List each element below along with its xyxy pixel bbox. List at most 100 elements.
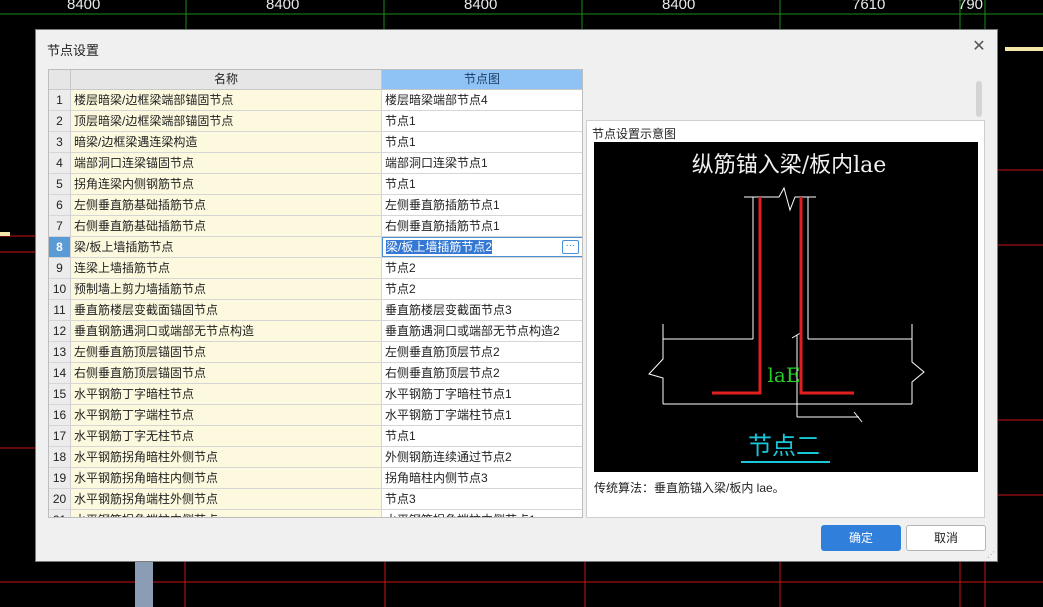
table-row[interactable]: 13 左侧垂直筋顶层锚固节点 左侧垂直筋顶层节点2 xyxy=(49,342,582,363)
row-index: 17 xyxy=(49,426,71,446)
row-node-cell[interactable]: 梁/板上墙插筋节点2 ··· xyxy=(382,237,582,257)
row-node-cell[interactable]: 节点1 xyxy=(382,132,582,152)
column-header-node[interactable]: 节点图 xyxy=(382,70,582,90)
row-index: 15 xyxy=(49,384,71,404)
table-row[interactable]: 14 右侧垂直筋顶层锚固节点 右侧垂直筋顶层节点2 xyxy=(49,363,582,384)
row-name-cell[interactable]: 垂直筋楼层变截面锚固节点 xyxy=(71,300,382,320)
table-row[interactable]: 9 连梁上墙插筋节点 节点2 xyxy=(49,258,582,279)
row-name-cell[interactable]: 水平钢筋丁字无柱节点 xyxy=(71,426,382,446)
table-row[interactable]: 1 楼层暗梁/边框梁端部锚固节点 楼层暗梁端部节点4 xyxy=(49,90,582,111)
column-header-name[interactable]: 名称 xyxy=(71,70,382,90)
cad-beam-mark xyxy=(0,232,10,236)
row-name-cell[interactable]: 楼层暗梁/边框梁端部锚固节点 xyxy=(71,90,382,110)
diagram-heading: 纵筋锚入梁/板内lae xyxy=(692,153,887,178)
row-name-cell[interactable]: 左侧垂直筋基础插筋节点 xyxy=(71,195,382,215)
row-node-cell[interactable]: 垂直筋遇洞口或端部无节点构造2 xyxy=(382,321,582,341)
row-name-cell[interactable]: 右侧垂直筋基础插筋节点 xyxy=(71,216,382,236)
diagram-label: laE xyxy=(768,363,801,387)
table-row[interactable]: 19 水平钢筋拐角暗柱内侧节点 拐角暗柱内侧节点3 xyxy=(49,468,582,489)
cad-beam-mark xyxy=(1005,47,1043,51)
ruler-label: 790 xyxy=(958,0,984,13)
table-row[interactable]: 2 顶层暗梁/边框梁端部锚固节点 节点1 xyxy=(49,111,582,132)
row-name-cell[interactable]: 水平钢筋拐角暗柱外侧节点 xyxy=(71,447,382,467)
ok-button[interactable]: 确定 xyxy=(821,525,901,551)
row-node-cell[interactable]: 水平钢筋丁字端柱节点1 xyxy=(382,405,582,425)
table-body: 1 楼层暗梁/边框梁端部锚固节点 楼层暗梁端部节点4 2 顶层暗梁/边框梁端部锚固节点节… xyxy=(49,90,582,517)
row-node-cell[interactable]: 右侧垂直筋插筋节点1 xyxy=(382,216,582,236)
row-name-cell[interactable]: 顶层暗梁/边框梁端部锚固节点 xyxy=(71,111,382,131)
ruler-label: 8400 xyxy=(67,0,101,13)
table-row[interactable]: 8 梁/板上墙插筋节点 梁/板上墙插筋节点2 ··· xyxy=(49,237,582,258)
row-node-cell[interactable]: 外侧钢筋连续通过节点2 xyxy=(382,447,582,467)
table-row[interactable]: 17 水平钢筋丁字无柱节点 节点1 xyxy=(49,426,582,447)
row-index: 18 xyxy=(49,447,71,467)
row-index: 16 xyxy=(49,405,71,425)
row-name-cell[interactable]: 连梁上墙插筋节点 xyxy=(71,258,382,278)
cancel-button[interactable]: 取消 xyxy=(906,525,986,551)
row-node-cell[interactable]: 垂直筋楼层变截面节点3 xyxy=(382,300,582,320)
resize-grip-icon[interactable]: ⋰ xyxy=(987,551,995,559)
ruler-label: 7610 xyxy=(852,0,886,13)
row-node-cell[interactable]: 节点1 xyxy=(382,111,582,131)
table-row[interactable]: 16 水平钢筋丁字端柱节点 水平钢筋丁字端柱节点1 xyxy=(49,405,582,426)
row-name-cell[interactable]: 水平钢筋拐角暗柱内侧节点 xyxy=(71,468,382,488)
node-cell-editor-value[interactable]: 梁/板上墙插筋节点2 xyxy=(386,240,493,254)
row-index: 2 xyxy=(49,111,71,131)
table-row[interactable]: 5 拐角连梁内侧钢筋节点 节点1 xyxy=(49,174,582,195)
row-index: 10 xyxy=(49,279,71,299)
table-row[interactable]: 7 右侧垂直筋基础插筋节点 右侧垂直筋插筋节点1 xyxy=(49,216,582,237)
row-index: 19 xyxy=(49,468,71,488)
table-row[interactable]: 10 预制墙上剪力墙插筋节点 节点2 xyxy=(49,279,582,300)
row-node-cell[interactable]: 左侧垂直筋插筋节点1 xyxy=(382,195,582,215)
row-node-cell[interactable]: 水平钢筋拐角端柱内侧节点1 xyxy=(382,510,582,517)
table-row[interactable]: 15 水平钢筋丁字暗柱节点 水平钢筋丁字暗柱节点1 xyxy=(49,384,582,405)
table-row[interactable]: 11 垂直筋楼层变截面锚固节点 垂直筋楼层变截面节点3 xyxy=(49,300,582,321)
row-index: 12 xyxy=(49,321,71,341)
table-row[interactable]: 20 水平钢筋拐角端柱外侧节点 节点3 xyxy=(49,489,582,510)
row-node-cell[interactable]: 节点2 xyxy=(382,279,582,299)
row-node-cell[interactable]: 节点2 xyxy=(382,258,582,278)
preview-panel: 节点设置示意图 纵筋锚入梁/板内lae laE 节点二 传统算法：垂直筋锚入梁/… xyxy=(586,120,985,518)
row-node-cell[interactable]: 节点3 xyxy=(382,489,582,509)
row-name-cell[interactable]: 右侧垂直筋顶层锚固节点 xyxy=(71,363,382,383)
table-row[interactable]: 12 垂直钢筋遇洞口或端部无节点构造 垂直筋遇洞口或端部无节点构造2 xyxy=(49,321,582,342)
row-node-cell[interactable]: 水平钢筋丁字暗柱节点1 xyxy=(382,384,582,404)
close-icon[interactable]: ✕ xyxy=(971,38,987,54)
ellipsis-button[interactable]: ··· xyxy=(562,240,579,254)
table-row[interactable]: 3 暗梁/边框梁遇连梁构造 节点1 xyxy=(49,132,582,153)
ruler-label: 8400 xyxy=(266,0,300,13)
preview-title: 节点设置示意图 xyxy=(592,127,677,141)
row-node-cell[interactable]: 左侧垂直筋顶层节点2 xyxy=(382,342,582,362)
table-row[interactable]: 6 左侧垂直筋基础插筋节点 左侧垂直筋插筋节点1 xyxy=(49,195,582,216)
table-row[interactable]: 21水平钢筋拐角端柱内侧节点水平钢筋拐角端柱内侧节点1 xyxy=(49,510,582,517)
row-name-cell[interactable]: 梁/板上墙插筋节点 xyxy=(71,237,382,257)
row-index: 8 xyxy=(49,237,71,257)
row-name-cell[interactable]: 预制墙上剪力墙插筋节点 xyxy=(71,279,382,299)
scrollbar-thumb[interactable] xyxy=(976,81,982,117)
row-node-cell[interactable]: 右侧垂直筋顶层节点2 xyxy=(382,363,582,383)
row-name-cell[interactable]: 暗梁/边框梁遇连梁构造 xyxy=(71,132,382,152)
row-name-cell[interactable]: 拐角连梁内侧钢筋节点 xyxy=(71,174,382,194)
row-name-cell[interactable]: 垂直钢筋遇洞口或端部无节点构造 xyxy=(71,321,382,341)
node-diagram: 纵筋锚入梁/板内lae laE 节点二 xyxy=(594,142,978,472)
table-row[interactable]: 4 端部洞口连梁锚固节点 端部洞口连梁节点1 xyxy=(49,153,582,174)
row-name-cell[interactable]: 水平钢筋丁字端柱节点 xyxy=(71,405,382,425)
row-name-cell[interactable]: 水平钢筋拐角端柱外侧节点 xyxy=(71,489,382,509)
row-node-cell[interactable]: 拐角暗柱内侧节点3 xyxy=(382,468,582,488)
row-node-cell[interactable]: 端部洞口连梁节点1 xyxy=(382,153,582,173)
row-index: 7 xyxy=(49,216,71,236)
row-node-cell[interactable]: 节点1 xyxy=(382,174,582,194)
diagram-caption: 节点二 xyxy=(748,432,820,460)
row-node-cell[interactable]: 节点1 xyxy=(382,426,582,446)
row-index: 6 xyxy=(49,195,71,215)
row-name-cell[interactable]: 端部洞口连梁锚固节点 xyxy=(71,153,382,173)
row-index: 5 xyxy=(49,174,71,194)
row-index: 4 xyxy=(49,153,71,173)
row-name-cell[interactable]: 水平钢筋丁字暗柱节点 xyxy=(71,384,382,404)
row-node-cell[interactable]: 楼层暗梁端部节点4 xyxy=(382,90,582,110)
row-name-cell[interactable]: 左侧垂直筋顶层锚固节点 xyxy=(71,342,382,362)
row-name-cell[interactable]: 水平钢筋拐角端柱内侧节点 xyxy=(71,510,382,517)
row-index: 13 xyxy=(49,342,71,362)
table-row[interactable]: 18 水平钢筋拐角暗柱外侧节点 外侧钢筋连续通过节点2 xyxy=(49,447,582,468)
row-index: 3 xyxy=(49,132,71,152)
